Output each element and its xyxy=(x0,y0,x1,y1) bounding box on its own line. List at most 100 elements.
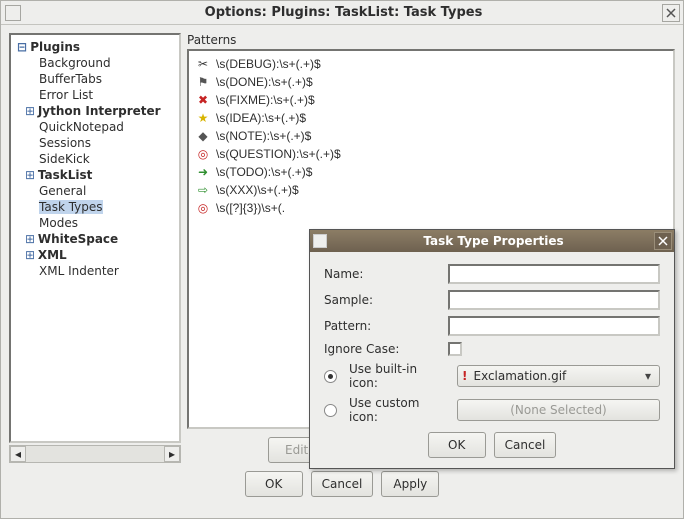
pattern-row[interactable]: ⚑ \s(DONE):\s+(.+)$ xyxy=(195,73,667,91)
pattern-row[interactable]: ★ \s(IDEA):\s+(.+)$ xyxy=(195,109,667,127)
tree-item[interactable]: ⊞ WhiteSpace xyxy=(13,231,177,247)
pattern-row[interactable]: ➜ \s(TODO):\s+(.+)$ xyxy=(195,163,667,181)
pattern-text: \s([?]{3})\s+(. xyxy=(216,201,285,215)
pattern-icon: ➜ xyxy=(195,164,211,180)
tree-item-label: Jython Interpreter xyxy=(38,104,161,118)
name-field[interactable] xyxy=(448,264,660,284)
apply-button[interactable]: Apply xyxy=(381,471,439,497)
builtin-icon-value: Exclamation.gif xyxy=(473,369,566,383)
custom-icon-radio[interactable] xyxy=(324,404,337,417)
tree-horizontal-scrollbar[interactable]: ◂ ▸ xyxy=(9,445,181,463)
patterns-label: Patterns xyxy=(187,33,675,49)
sample-label: Sample: xyxy=(324,293,440,307)
system-menu-icon[interactable] xyxy=(5,5,21,21)
exclamation-icon: ! xyxy=(462,369,467,383)
dialog-system-icon[interactable] xyxy=(313,234,327,248)
tree-item-label: XML Indenter xyxy=(39,264,119,278)
dialog-body: Name: Sample: Pattern: Ignore Case: Use … xyxy=(310,252,674,468)
dialog-title: Task Type Properties xyxy=(333,234,654,248)
pattern-icon: ◎ xyxy=(195,146,211,162)
custom-icon-label: Use custom icon: xyxy=(349,396,449,424)
expand-handle-icon[interactable]: ⊞ xyxy=(25,248,34,262)
pattern-text: \s(DONE):\s+(.+)$ xyxy=(216,75,313,89)
tree-item-label: XML xyxy=(38,248,67,262)
pattern-icon: ✂ xyxy=(195,56,211,72)
tree-item-label: WhiteSpace xyxy=(38,232,118,246)
pattern-row[interactable]: ✖ \s(FIXME):\s+(.+)$ xyxy=(195,91,667,109)
tree-item[interactable]: Error List xyxy=(13,87,177,103)
expand-handle-icon[interactable]: ⊟ xyxy=(17,40,26,54)
tree-item-label: Error List xyxy=(39,88,93,102)
dialog-ok-button[interactable]: OK xyxy=(428,432,486,458)
tree-item-label: SideKick xyxy=(39,152,90,166)
sample-field[interactable] xyxy=(448,290,660,310)
titlebar: Options: Plugins: TaskList: Task Types xyxy=(1,1,683,25)
dialog-close-button[interactable] xyxy=(654,232,672,250)
tree-item[interactable]: Sessions xyxy=(13,135,177,151)
pattern-row[interactable]: ✂\s(DEBUG):\s+(.+)$ xyxy=(195,55,667,73)
expand-handle-icon[interactable]: ⊞ xyxy=(25,104,34,118)
name-label: Name: xyxy=(324,267,440,281)
dialog-cancel-button[interactable]: Cancel xyxy=(494,432,557,458)
tree-item[interactable]: BufferTabs xyxy=(13,71,177,87)
tree-item[interactable]: Task Types xyxy=(13,199,177,215)
pattern-text: \s(FIXME):\s+(.+)$ xyxy=(216,93,315,107)
pattern-row[interactable]: ◎ \s(QUESTION):\s+(.+)$ xyxy=(195,145,667,163)
options-window: Options: Plugins: TaskList: Task Types ⊟… xyxy=(0,0,684,519)
builtin-icon-combo[interactable]: ! Exclamation.gif ▾ xyxy=(457,365,660,387)
tree-item-label: QuickNotepad xyxy=(39,120,124,134)
scroll-left-icon[interactable]: ◂ xyxy=(10,446,26,462)
main-button-row: OK Cancel Apply xyxy=(1,465,683,497)
window-title: Options: Plugins: TaskList: Task Types xyxy=(25,5,662,20)
pattern-icon: ★ xyxy=(195,110,211,126)
expand-handle-icon[interactable]: ⊞ xyxy=(25,232,34,246)
builtin-icon-label: Use built-in icon: xyxy=(349,362,449,390)
pattern-text: \s(QUESTION):\s+(.+)$ xyxy=(216,147,341,161)
tree-item[interactable]: General xyxy=(13,183,177,199)
tree-item[interactable]: ⊞ XML xyxy=(13,247,177,263)
pattern-row[interactable]: ⇨ \s(XXX)\s+(.+)$ xyxy=(195,181,667,199)
pattern-label: Pattern: xyxy=(324,319,440,333)
pattern-icon: ⚑ xyxy=(195,74,211,90)
pattern-row[interactable]: ◆\s(NOTE):\s+(.+)$ xyxy=(195,127,667,145)
pattern-row[interactable]: ◎ \s([?]{3})\s+(. xyxy=(195,199,667,217)
ignore-case-label: Ignore Case: xyxy=(324,342,440,356)
tree-root-label: Plugins xyxy=(30,40,80,54)
tree-item-label: Modes xyxy=(39,216,78,230)
tree-item[interactable]: ⊞ TaskList xyxy=(13,167,177,183)
builtin-icon-radio[interactable] xyxy=(324,370,337,383)
tree-item[interactable]: QuickNotepad xyxy=(13,119,177,135)
pattern-text: \s(IDEA):\s+(.+)$ xyxy=(216,111,306,125)
custom-icon-button[interactable]: (None Selected) xyxy=(457,399,660,421)
tree-pane: ⊟ Plugins Background BufferTabs Error List… xyxy=(9,33,181,463)
pattern-text: \s(XXX)\s+(.+)$ xyxy=(216,183,299,197)
tree-item[interactable]: XML Indenter xyxy=(13,263,177,279)
custom-icon-value: (None Selected) xyxy=(510,403,607,417)
tree-item[interactable]: SideKick xyxy=(13,151,177,167)
pattern-text: \s(TODO):\s+(.+)$ xyxy=(216,165,312,179)
expand-handle-icon[interactable]: ⊞ xyxy=(25,168,34,182)
ignore-case-checkbox[interactable] xyxy=(448,342,462,356)
plugin-tree[interactable]: ⊟ Plugins Background BufferTabs Error List… xyxy=(9,33,181,443)
tree-item-label: BufferTabs xyxy=(39,72,102,86)
close-button[interactable] xyxy=(662,4,680,22)
pattern-icon: ⇨ xyxy=(195,182,211,198)
tree-root[interactable]: ⊟ Plugins xyxy=(13,39,177,55)
tree-item-label: General xyxy=(39,184,86,198)
tree-item-label: Sessions xyxy=(39,136,91,150)
pattern-field[interactable] xyxy=(448,316,660,336)
ok-button[interactable]: OK xyxy=(245,471,303,497)
tree-item[interactable]: ⊞ Jython Interpreter xyxy=(13,103,177,119)
scroll-right-icon[interactable]: ▸ xyxy=(164,446,180,462)
pattern-icon: ✖ xyxy=(195,92,211,108)
pattern-text: \s(NOTE):\s+(.+)$ xyxy=(216,129,311,143)
tree-item-label: Background xyxy=(39,56,111,70)
tree-item[interactable]: Background xyxy=(13,55,177,71)
pattern-icon: ◎ xyxy=(195,200,211,216)
tree-item-label: TaskList xyxy=(38,168,93,182)
tree-item[interactable]: Modes xyxy=(13,215,177,231)
tree-item-label: Task Types xyxy=(39,200,103,214)
task-type-properties-dialog: Task Type Properties Name: Sample: Patte… xyxy=(309,229,675,469)
dialog-titlebar: Task Type Properties xyxy=(310,230,674,252)
cancel-button[interactable]: Cancel xyxy=(311,471,374,497)
